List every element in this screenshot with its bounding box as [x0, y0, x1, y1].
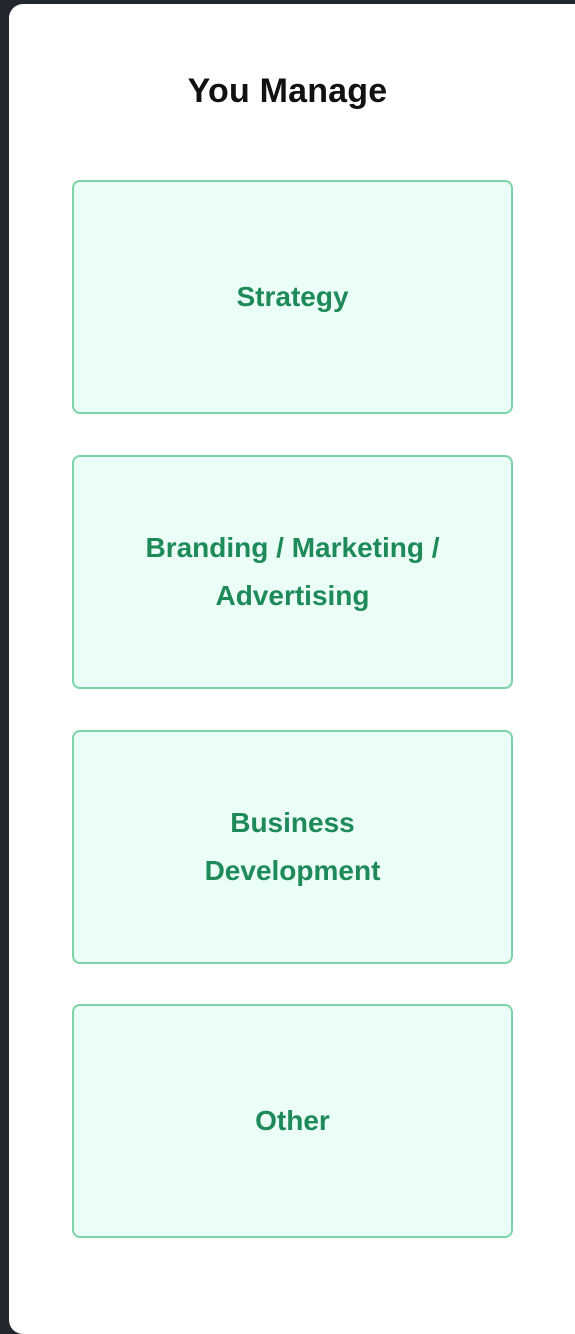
option-label: Business Development [204, 807, 381, 886]
option-other[interactable]: Other [72, 1004, 513, 1238]
option-label: Other [255, 1105, 330, 1136]
option-business-development[interactable]: Business Development [72, 730, 513, 964]
option-label: Strategy [236, 281, 349, 312]
option-branding-marketing-advertising[interactable]: Branding / Marketing / Advertising [72, 455, 513, 689]
option-label: Branding / Marketing / Advertising [145, 532, 440, 611]
option-strategy[interactable]: Strategy [72, 180, 513, 414]
page-title: You Manage [187, 72, 388, 110]
